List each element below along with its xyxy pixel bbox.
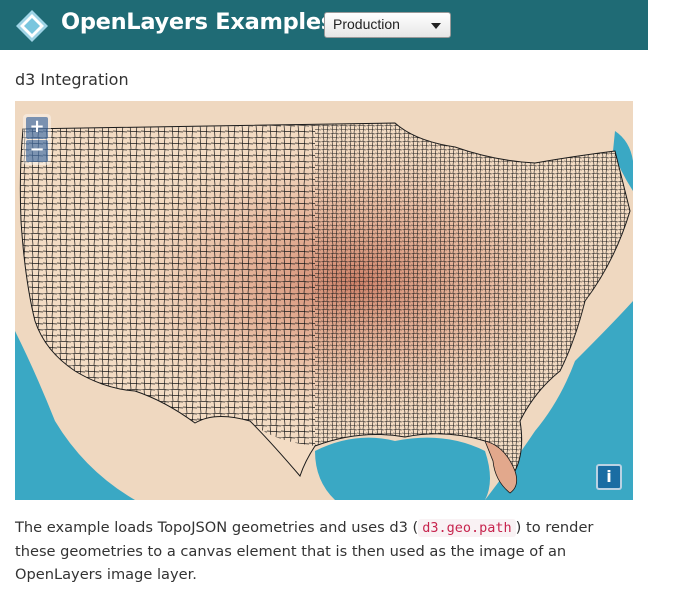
map-canvas — [15, 101, 633, 500]
description-text-start: The example loads TopoJSON geometries an… — [15, 519, 419, 536]
brand-title[interactable]: OpenLayers Examples — [61, 9, 334, 35]
openlayers-logo-icon[interactable] — [14, 8, 50, 44]
map-viewport[interactable] — [15, 101, 633, 500]
example-title: d3 Integration — [15, 70, 129, 89]
version-select[interactable]: Production — [324, 12, 451, 38]
attribution-button[interactable]: i — [596, 464, 622, 490]
top-navbar: OpenLayers Examples Production — [0, 0, 648, 50]
chevron-down-icon — [431, 23, 441, 29]
gulf-of-mexico — [315, 437, 490, 500]
zoom-out-button[interactable]: − — [26, 140, 48, 162]
example-description: The example loads TopoJSON geometries an… — [15, 516, 625, 586]
zoom-control: + − — [23, 114, 51, 165]
zoom-in-button[interactable]: + — [26, 117, 48, 139]
code-snippet: d3.geo.path — [418, 519, 516, 537]
version-select-value: Production — [333, 16, 400, 32]
